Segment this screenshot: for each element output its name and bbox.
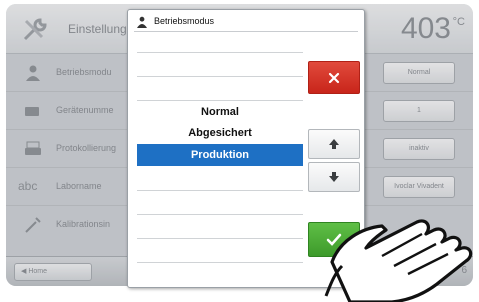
home-label: Home xyxy=(28,268,48,275)
list-divider xyxy=(137,52,303,53)
list-divider xyxy=(137,190,303,191)
device-number-icon xyxy=(25,107,39,116)
list-divider xyxy=(137,262,303,263)
person-icon xyxy=(26,65,40,81)
dialog-title: Betriebsmodus xyxy=(154,16,215,26)
arrow-up-icon xyxy=(329,139,339,149)
home-button[interactable]: ◀ Home xyxy=(14,263,92,281)
row-label: Kalibrationsin xyxy=(56,219,111,229)
calibration-icon xyxy=(25,217,41,233)
row-label: Betriebsmodu xyxy=(56,67,112,77)
row-value-button[interactable]: Ivoclar Vivadent xyxy=(383,176,455,198)
arrow-down-icon xyxy=(329,172,339,182)
abc-icon: abc xyxy=(18,179,38,193)
list-divider xyxy=(137,214,303,215)
list-divider xyxy=(137,238,303,239)
row-value-button[interactable]: inaktiv xyxy=(383,138,455,160)
row-label: Protokollierung xyxy=(56,143,117,153)
printer-icon xyxy=(25,141,41,155)
row-value-button[interactable]: Normal xyxy=(383,62,455,84)
wrench-screwdriver-icon xyxy=(23,18,47,41)
person-icon xyxy=(137,16,147,28)
temperature-unit: °C xyxy=(452,16,465,28)
scroll-up-button[interactable] xyxy=(308,129,360,159)
settings-title: Einstellung xyxy=(68,22,127,36)
row-value-button[interactable]: 1 xyxy=(383,100,455,122)
title-divider xyxy=(134,31,358,32)
temperature-display: 403 xyxy=(400,12,451,45)
close-icon xyxy=(328,72,340,83)
scroll-down-button[interactable] xyxy=(308,162,360,192)
close-button[interactable] xyxy=(308,61,360,94)
option-produktion[interactable]: Produktion xyxy=(137,144,303,166)
option-normal[interactable]: Normal xyxy=(137,101,303,123)
list-divider xyxy=(137,76,303,77)
row-label: Gerätenumme xyxy=(56,105,114,115)
row-label: Laborname xyxy=(56,181,102,191)
pointing-hand-icon xyxy=(324,219,473,302)
option-abgesichert[interactable]: Abgesichert xyxy=(137,122,303,144)
